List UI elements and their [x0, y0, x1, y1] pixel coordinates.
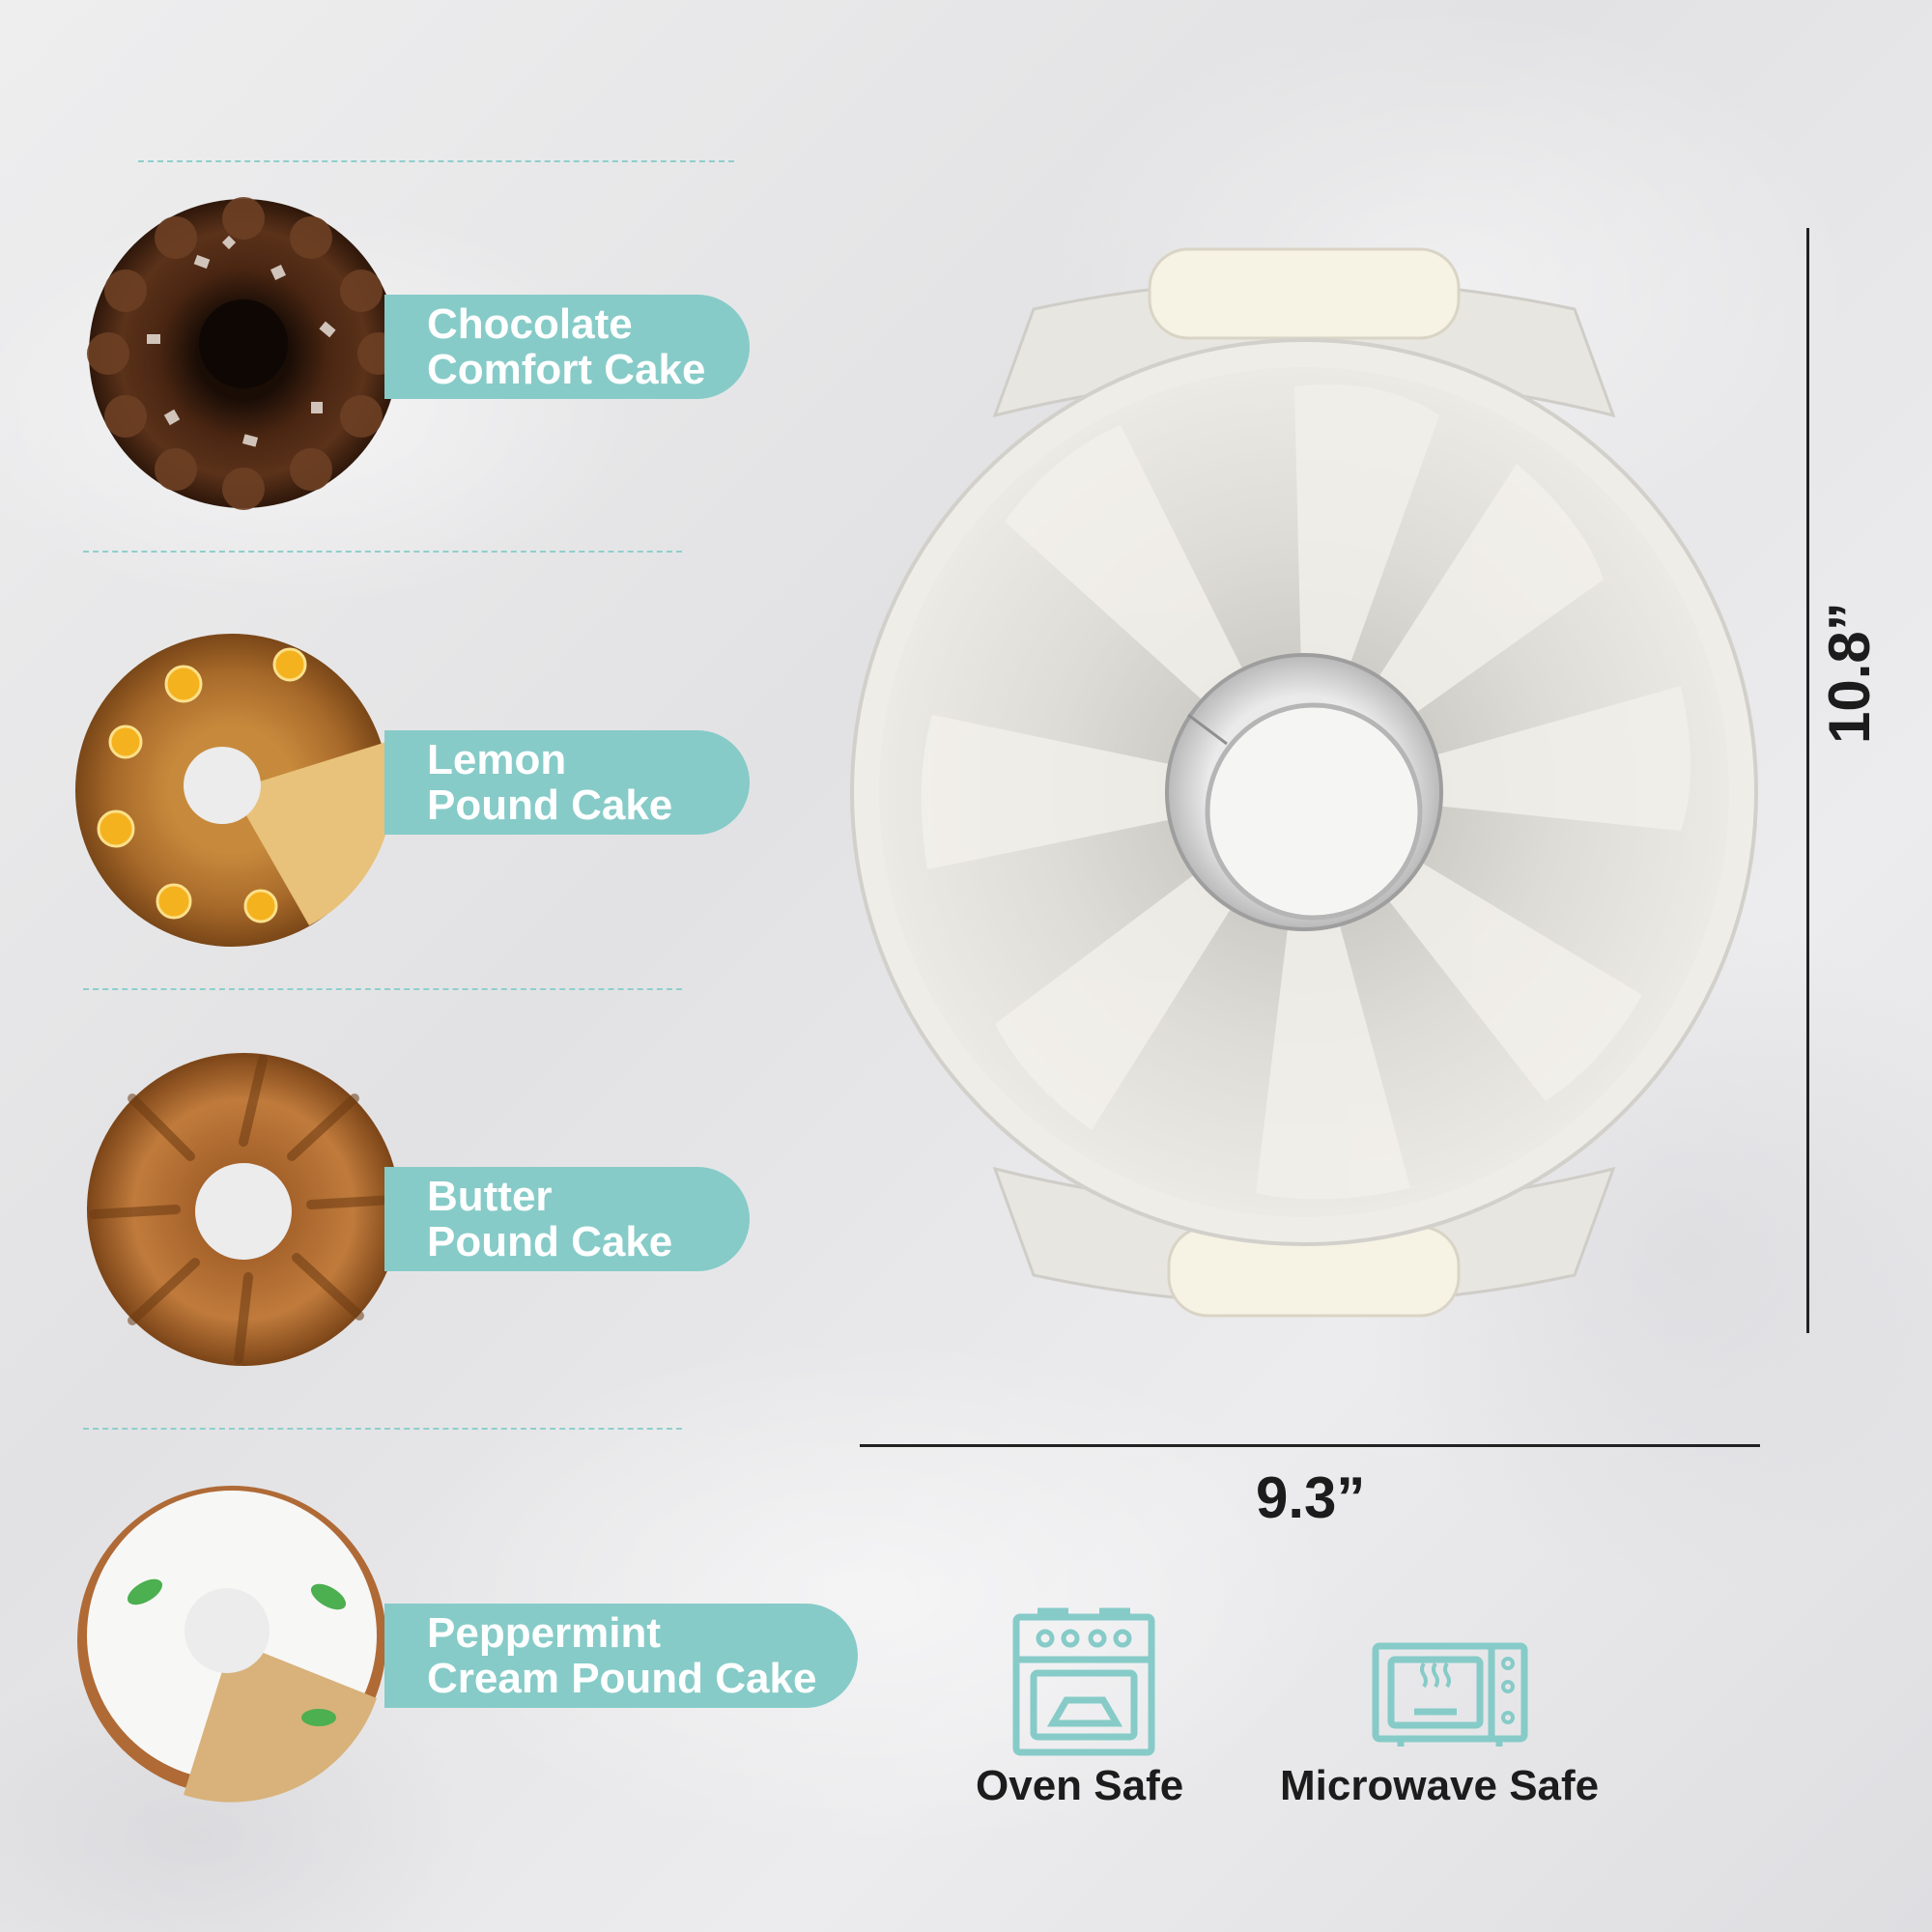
- oven-safe-label: Oven Safe: [976, 1762, 1184, 1809]
- dashed-divider: [83, 1428, 682, 1430]
- recipe-label-3: Butter Pound Cake: [384, 1167, 750, 1271]
- dashed-divider: [83, 988, 682, 990]
- chocolate-cake-image: [87, 197, 400, 510]
- recipe-label-line: Chocolate: [427, 300, 633, 348]
- bundt-pan-image: [850, 247, 1758, 1318]
- microwave-icon: [1372, 1642, 1528, 1747]
- microwave-safe-label: Microwave Safe: [1280, 1762, 1600, 1809]
- dashed-divider: [138, 160, 734, 162]
- recipe-label-line: Lemon: [427, 736, 567, 783]
- recipe-label-2: Lemon Pound Cake: [384, 730, 750, 835]
- peppermint-cake-image: [77, 1486, 386, 1803]
- recipe-label-line: Comfort Cake: [427, 346, 706, 393]
- lemon-cake-image: [75, 634, 393, 947]
- recipe-label-line: Peppermint: [427, 1609, 662, 1657]
- recipe-label-line: Pound Cake: [427, 1218, 673, 1265]
- recipe-label-line: Butter: [427, 1173, 553, 1220]
- butter-cake-image: [87, 1053, 400, 1366]
- height-dimension-line: [1806, 228, 1809, 1333]
- recipe-label-line: Cream Pound Cake: [427, 1655, 817, 1702]
- dashed-divider: [83, 551, 682, 553]
- recipe-label-4: Peppermint Cream Pound Cake: [384, 1604, 858, 1708]
- oven-icon: [1012, 1607, 1155, 1756]
- width-dimension-label: 9.3”: [1256, 1465, 1366, 1530]
- height-dimension-label: 10.8”: [1817, 602, 1882, 744]
- recipe-label-line: Pound Cake: [427, 781, 673, 829]
- width-dimension-line: [860, 1444, 1760, 1447]
- recipe-label-1: Chocolate Comfort Cake: [384, 295, 750, 399]
